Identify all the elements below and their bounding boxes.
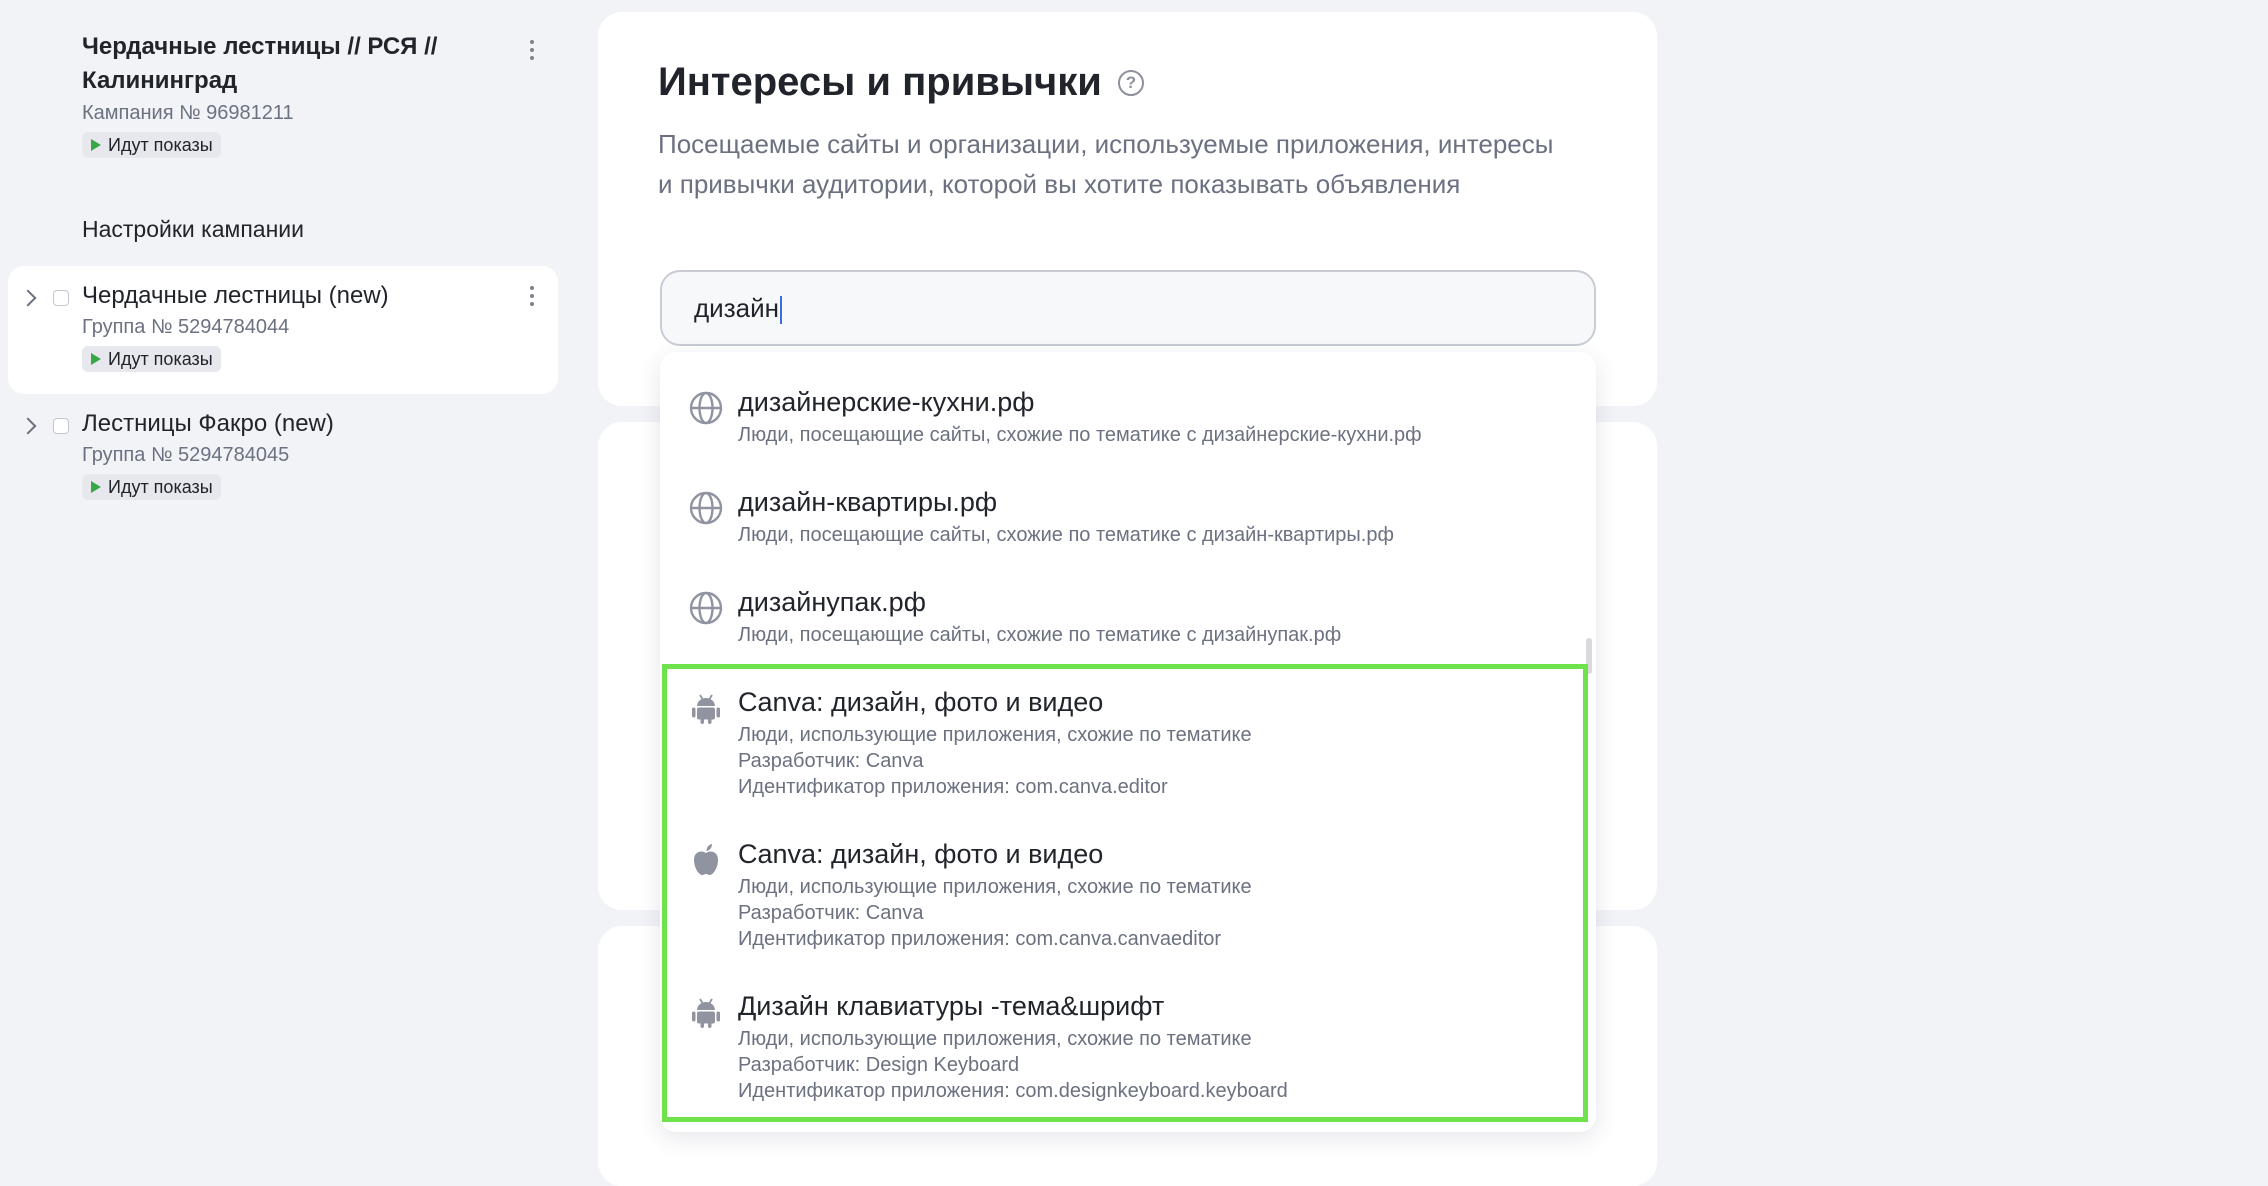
- section-heading: Интересы и привычки ?: [658, 60, 1144, 105]
- campaign-settings-link[interactable]: Настройки кампании: [82, 216, 304, 243]
- suggestion-app-id: Идентификатор приложения: com.canva.canv…: [738, 928, 1222, 950]
- text-caret: [779, 296, 782, 325]
- play-icon: [91, 139, 101, 151]
- group-checkbox[interactable]: [53, 290, 69, 306]
- campaign-title[interactable]: Чердачные лестницы // РСЯ // Калининград: [82, 30, 482, 98]
- expand-chevron-icon[interactable]: [19, 417, 37, 435]
- suggestion-title: Дизайн клавиатуры -тема&шрифт: [738, 991, 1165, 1021]
- suggestion-title: Canva: дизайн, фото и видео: [738, 687, 1104, 717]
- section-description: Посещаемые сайты и организации, использу…: [658, 129, 1554, 199]
- group-title[interactable]: Лестницы Факро (new): [82, 408, 334, 440]
- suggestion-developer: Разработчик: Canva: [738, 750, 924, 772]
- group-item[interactable]: Чердачные лестницы (new) Группа № 529478…: [82, 280, 389, 372]
- suggestion-description: Люди, использующие приложения, схожие по…: [738, 1026, 1288, 1104]
- campaign-item[interactable]: Чердачные лестницы // РСЯ // Калининград…: [82, 30, 482, 158]
- campaign-number: Кампания № 96981211: [82, 102, 294, 124]
- suggestion-app-id: Идентификатор приложения: com.canva.edit…: [738, 776, 1168, 798]
- suggestion-title: Canva: дизайн, фото и видео: [738, 839, 1104, 869]
- campaign-more-icon[interactable]: [528, 40, 536, 60]
- android-icon: [692, 694, 720, 724]
- suggestion-description: Люди, посещающие сайты, схожие по темати…: [738, 424, 1422, 446]
- globe-icon: [689, 491, 723, 525]
- status-badge-label: Идут показы: [108, 476, 213, 497]
- suggestion-description: Люди, использующие приложения, схожие по…: [738, 874, 1252, 952]
- suggestion-description: Люди, посещающие сайты, схожие по темати…: [738, 524, 1394, 546]
- suggestion-title: дизайнерские-кухни.рф: [738, 387, 1035, 417]
- group-number: Группа № 5294784044: [82, 316, 290, 338]
- group-more-icon[interactable]: [528, 286, 536, 306]
- suggestions-dropdown[interactable]: дизайнерские-кухни.рф Люди, посещающие с…: [660, 352, 1596, 1132]
- dropdown-scrollbar[interactable]: [1586, 638, 1592, 674]
- suggestion-line: Люди, использующие приложения, схожие по…: [738, 724, 1252, 746]
- group-checkbox[interactable]: [53, 418, 69, 434]
- suggestion-line: Люди, использующие приложения, схожие по…: [738, 1028, 1252, 1050]
- status-badge: Идут показы: [82, 474, 221, 500]
- status-badge: Идут показы: [82, 346, 221, 372]
- group-item[interactable]: Лестницы Факро (new) Группа № 5294784045…: [82, 408, 334, 500]
- campaign-tree: Чердачные лестницы // РСЯ // Калининград…: [0, 0, 580, 1152]
- suggestion-developer: Разработчик: Design Keyboard: [738, 1054, 1020, 1076]
- status-badge: Идут показы: [82, 132, 221, 158]
- play-icon: [91, 353, 101, 365]
- search-input-value: дизайн: [694, 293, 779, 323]
- suggestion-description: Люди, использующие приложения, схожие по…: [738, 722, 1252, 800]
- android-icon: [692, 998, 720, 1028]
- suggestion-line: Люди, использующие приложения, схожие по…: [738, 876, 1252, 898]
- play-icon: [91, 481, 101, 493]
- status-badge-label: Идут показы: [108, 134, 213, 155]
- interests-panel: Интересы и привычки ? Посещаемые сайты и…: [598, 12, 1657, 406]
- suggestion-description: Люди, посещающие сайты, схожие по темати…: [738, 624, 1342, 646]
- page-title: Интересы и привычки: [658, 60, 1102, 104]
- suggestion-title: дизайнупак.рф: [738, 587, 926, 617]
- suggestion-title: дизайн-квартиры.рф: [738, 487, 998, 517]
- search-input[interactable]: дизайн: [660, 270, 1596, 346]
- suggestion-developer: Разработчик: Canva: [738, 902, 924, 924]
- suggestion-app-id: Идентификатор приложения: com.designkeyb…: [738, 1080, 1288, 1102]
- globe-icon: [689, 391, 723, 425]
- help-icon[interactable]: ?: [1117, 69, 1144, 96]
- apple-icon: [694, 844, 718, 875]
- group-number: Группа № 5294784045: [82, 444, 290, 466]
- status-badge-label: Идут показы: [108, 348, 213, 369]
- globe-icon: [689, 591, 723, 625]
- group-title[interactable]: Чердачные лестницы (new): [82, 280, 389, 312]
